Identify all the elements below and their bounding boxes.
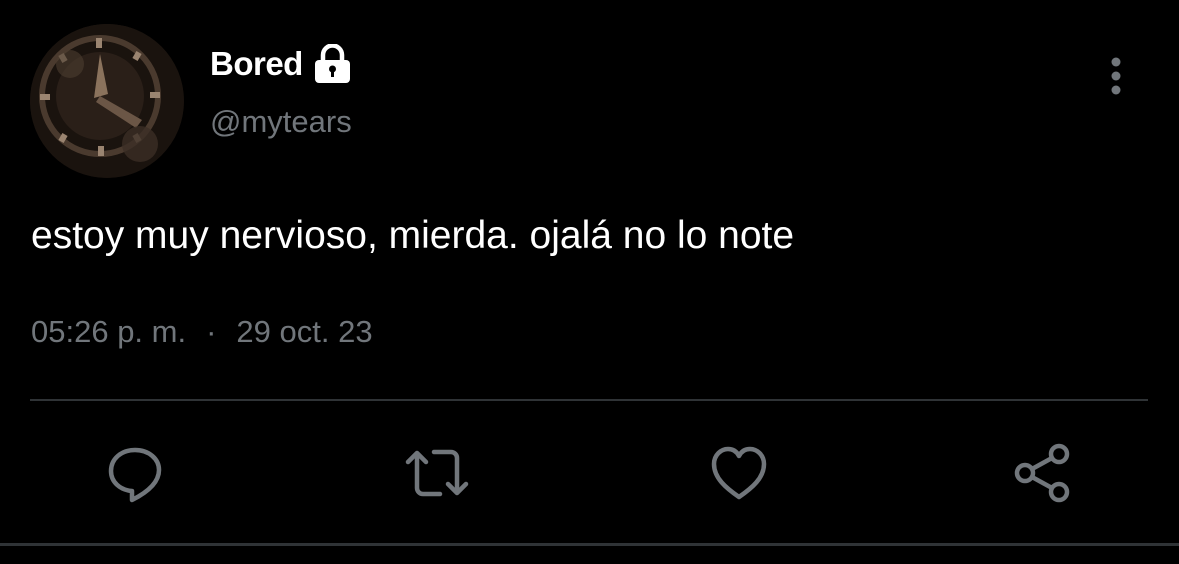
more-vertical-icon xyxy=(1111,57,1121,95)
share-button[interactable] xyxy=(1010,440,1076,506)
divider xyxy=(30,399,1148,401)
heart-icon xyxy=(711,446,767,500)
reply-button[interactable] xyxy=(102,440,168,506)
display-name[interactable]: Bored xyxy=(210,45,303,83)
share-icon xyxy=(1014,443,1070,503)
user-handle[interactable]: @mytears xyxy=(210,104,352,140)
tweet-text: estoy muy nervioso, mierda. ojalá no lo … xyxy=(31,214,795,257)
bottom-divider xyxy=(0,543,1179,546)
meta-separator: · xyxy=(206,314,217,349)
display-name-row: Bored xyxy=(210,42,351,86)
avatar[interactable] xyxy=(30,24,184,178)
reply-icon xyxy=(108,447,162,503)
avatar-image xyxy=(30,24,184,178)
action-bar xyxy=(0,440,1179,506)
tweet-time[interactable]: 05:26 p. m. xyxy=(31,314,186,350)
tweet-date[interactable]: 29 oct. 23 xyxy=(236,314,372,350)
tweet-detail: Bored @mytears estoy muy nervioso, mierd… xyxy=(0,0,1179,564)
tweet-metadata: 05:26 p. m. · 29 oct. 23 xyxy=(31,314,373,350)
more-options-button[interactable] xyxy=(1096,52,1136,100)
retweet-button[interactable] xyxy=(404,440,470,506)
lock-icon xyxy=(314,44,351,84)
retweet-icon xyxy=(405,449,469,497)
like-button[interactable] xyxy=(706,440,772,506)
